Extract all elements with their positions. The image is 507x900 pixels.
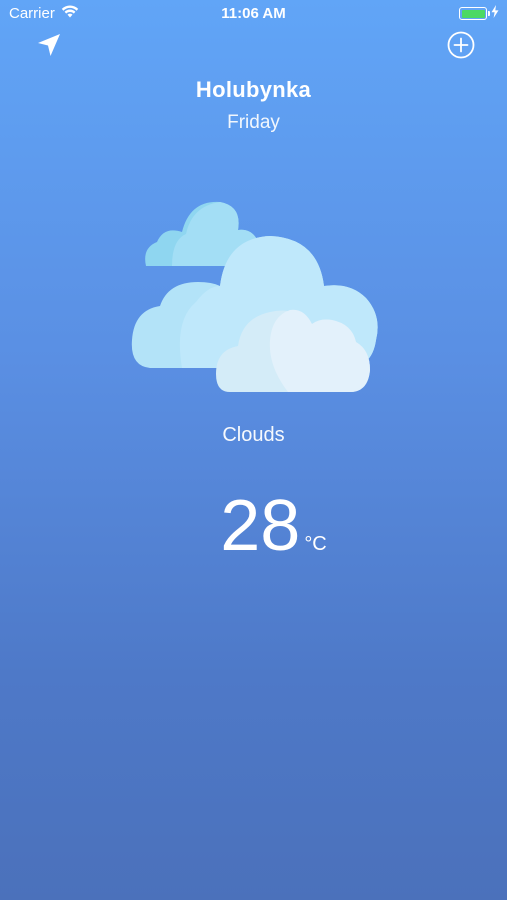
weather-condition: Clouds: [222, 424, 285, 446]
battery-fill: [461, 9, 485, 18]
status-time: 11:06 AM: [221, 5, 286, 22]
location-arrow-icon: [38, 34, 60, 56]
charging-bolt-icon: [491, 5, 499, 22]
temperature-unit: °C: [304, 533, 327, 555]
clouds-icon: [120, 190, 390, 410]
weather-screen: Carrier 11:06 AM Holubynka Friday Clouds…: [0, 0, 507, 900]
plus-circle-icon: [447, 31, 475, 59]
location-button[interactable]: [34, 30, 64, 60]
add-location-button[interactable]: [447, 31, 475, 59]
battery-icon: [459, 7, 490, 20]
status-right: [459, 5, 499, 22]
day-label: Friday: [227, 112, 280, 133]
city-name: Holubynka: [195, 77, 312, 102]
status-bar: Carrier 11:06 AM: [0, 0, 507, 28]
temperature-display: 28 °C: [0, 488, 507, 564]
temperature-value: 28: [220, 486, 301, 566]
